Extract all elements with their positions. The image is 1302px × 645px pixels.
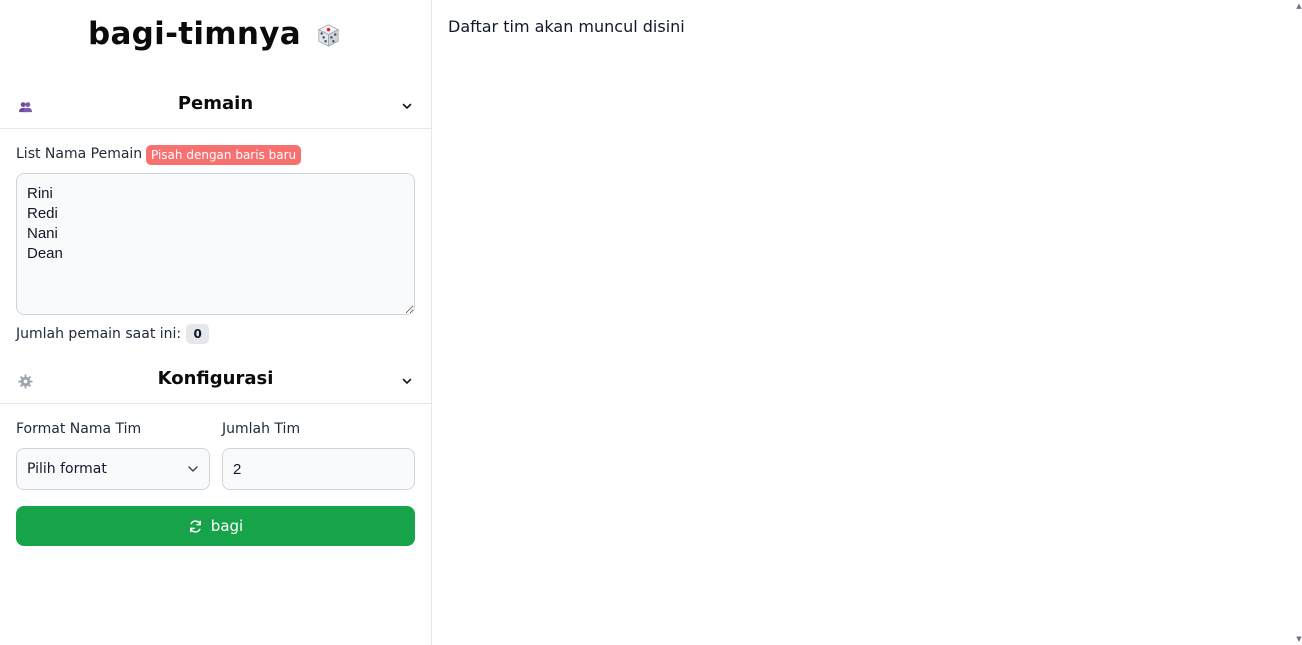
refresh-icon bbox=[189, 519, 201, 533]
split-button-label: bagi bbox=[210, 517, 244, 535]
player-count-label: Jumlah pemain saat ini: bbox=[16, 325, 182, 342]
config-section-title: Konfigurasi bbox=[157, 368, 274, 389]
players-section-title: Pemain bbox=[177, 93, 254, 114]
players-textarea[interactable]: Rini Redi Nani Dean bbox=[16, 173, 415, 315]
players-section-toggle[interactable]: Pemain bbox=[0, 83, 431, 129]
players-list-label: List Nama Pemain bbox=[16, 146, 143, 162]
app-header: bagi-timnya bbox=[0, 14, 432, 54]
config-section-toggle[interactable]: Konfigurasi bbox=[0, 358, 431, 404]
chevron-down-icon bbox=[402, 378, 412, 384]
dice-icon bbox=[317, 23, 340, 47]
player-count-row: Jumlah pemain saat ini: 0 bbox=[16, 323, 210, 344]
player-count-badge: 0 bbox=[186, 323, 210, 344]
scroll-down-arrow[interactable]: ▼ bbox=[1296, 635, 1302, 643]
scrollbar[interactable]: ▲ ▼ bbox=[1296, 0, 1302, 645]
hint-badge: Pisah dengan baris baru bbox=[146, 145, 302, 165]
chevron-down-icon bbox=[402, 103, 412, 109]
empty-state-message: Daftar tim akan muncul disini bbox=[448, 17, 685, 36]
format-label: Format Nama Tim bbox=[16, 421, 142, 437]
scroll-up-arrow[interactable]: ▲ bbox=[1296, 2, 1302, 10]
team-count-input[interactable] bbox=[222, 448, 415, 490]
app-title: bagi-timnya bbox=[87, 16, 302, 52]
format-select-value: Pilih format bbox=[27, 461, 107, 477]
team-results-panel: Daftar tim akan muncul disini ▲ ▼ bbox=[432, 0, 1302, 645]
sidebar: bagi-timnya Pemain List Nama Pemain Pisa… bbox=[0, 0, 432, 645]
team-count-label: Jumlah Tim bbox=[222, 421, 301, 437]
split-button[interactable]: bagi bbox=[16, 506, 415, 546]
format-select[interactable]: Pilih format bbox=[16, 448, 210, 490]
chevron-down-icon bbox=[188, 466, 198, 472]
